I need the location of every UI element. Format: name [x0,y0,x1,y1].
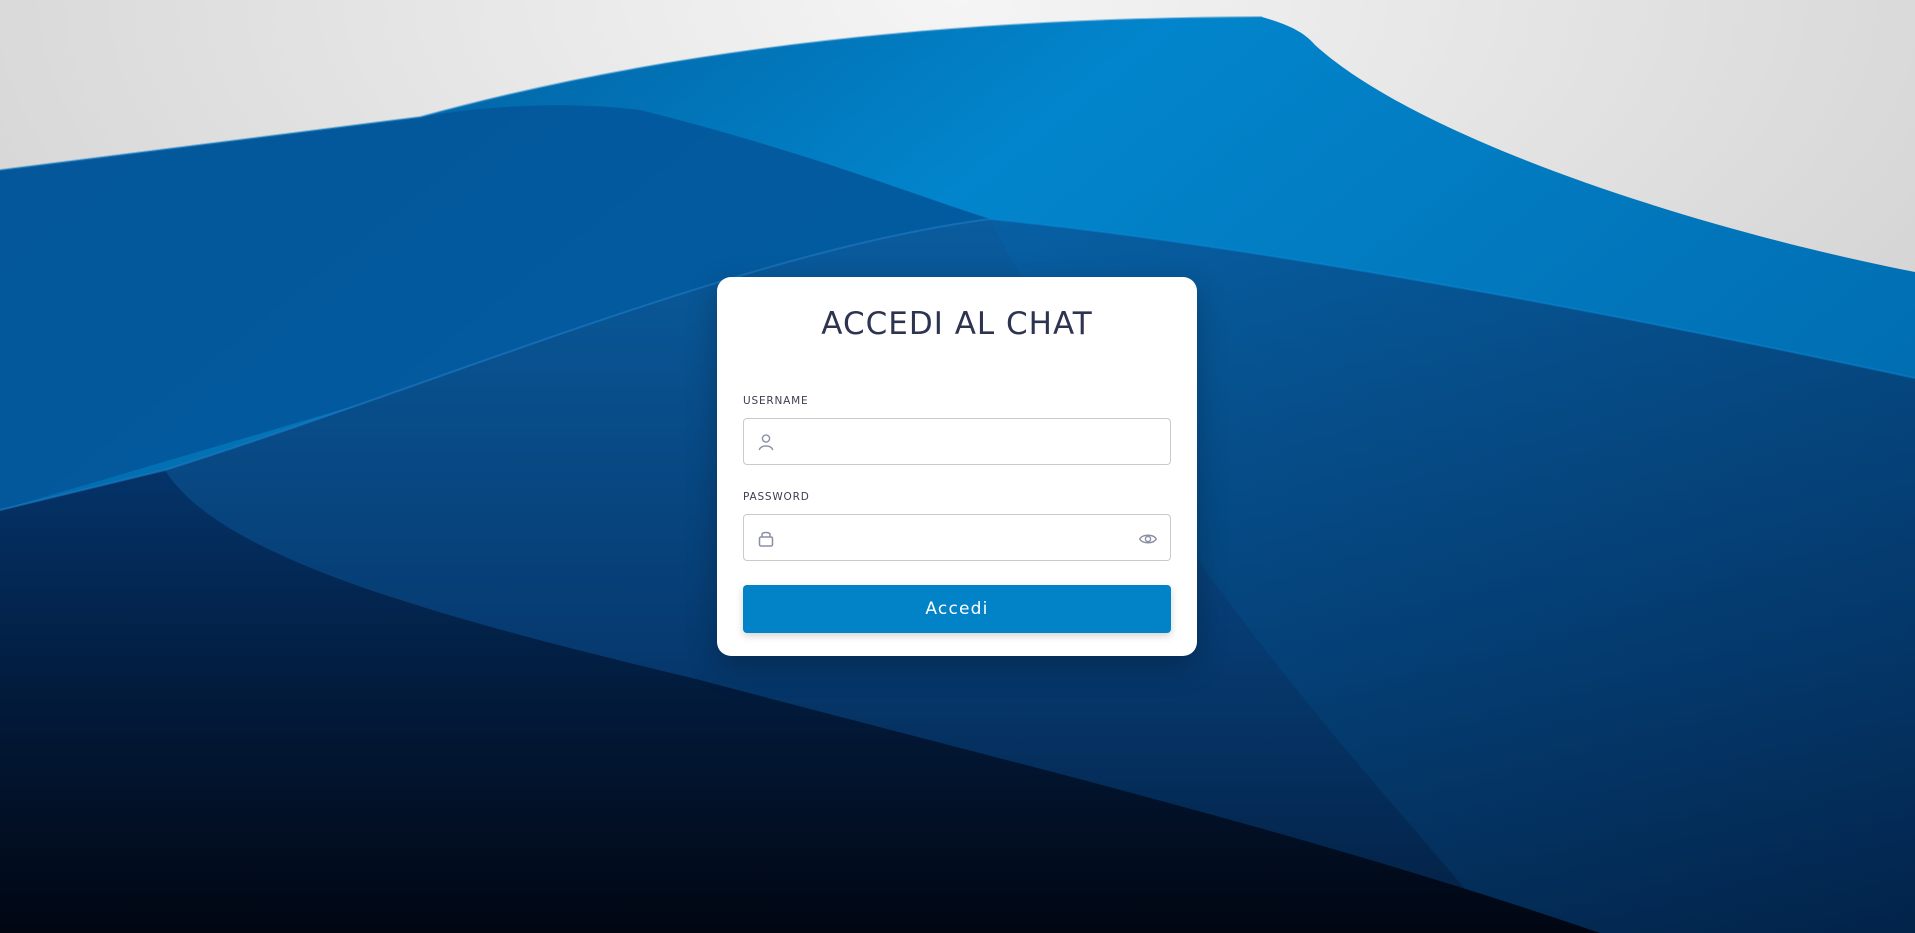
login-card: ACCEDI AL CHAT USERNAME PASSWORD Accedi [717,277,1197,656]
login-button[interactable]: Accedi [743,585,1171,633]
eye-icon[interactable] [1138,529,1158,549]
user-icon [758,434,774,451]
lock-icon [758,531,774,547]
password-label: PASSWORD [743,491,810,503]
login-page: ACCEDI AL CHAT USERNAME PASSWORD Accedi [0,0,1915,933]
password-input[interactable] [784,515,1130,560]
page-title: ACCEDI AL CHAT [821,306,1093,342]
password-field[interactable] [743,514,1171,561]
username-label: USERNAME [743,395,809,407]
username-input[interactable] [784,419,1130,464]
username-field[interactable] [743,418,1171,465]
